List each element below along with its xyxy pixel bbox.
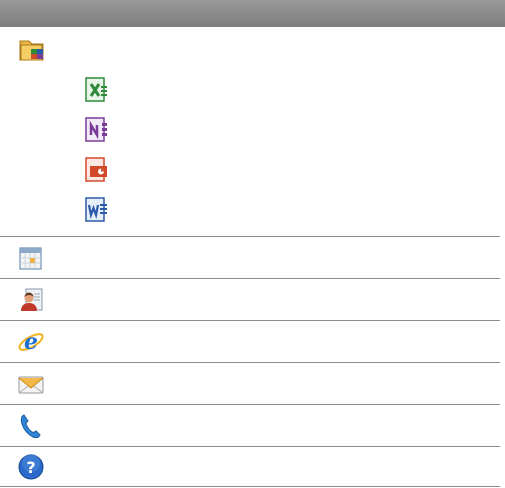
office-app-onenote[interactable]: [0, 112, 505, 148]
list-item-calendar[interactable]: [0, 237, 505, 278]
list-item-contacts[interactable]: [0, 279, 505, 320]
contacts-icon: [17, 286, 45, 314]
help-icon: ?: [17, 453, 45, 481]
list-item-internet-explorer[interactable]: e: [0, 321, 505, 362]
office-folder-row[interactable]: [0, 29, 505, 69]
messaging-icon: [17, 370, 45, 398]
internet-explorer-icon: e: [17, 328, 45, 356]
svg-text:e: e: [24, 329, 38, 355]
divider: [0, 486, 500, 487]
calendar-icon: [17, 244, 45, 272]
table-header: [0, 0, 505, 27]
powerpoint-icon: [82, 156, 110, 184]
list-item-phone[interactable]: [0, 405, 505, 446]
list-item-messaging[interactable]: [0, 363, 505, 404]
office-folder-icon: [17, 35, 47, 65]
onenote-icon: [82, 116, 110, 144]
word-icon: [82, 196, 110, 224]
office-app-powerpoint[interactable]: [0, 152, 505, 188]
office-app-word[interactable]: [0, 192, 505, 228]
phone-icon: [17, 412, 45, 440]
list-item-help[interactable]: ?: [0, 447, 505, 487]
excel-icon: [82, 76, 110, 104]
svg-text:?: ?: [26, 458, 35, 477]
office-app-excel[interactable]: [0, 72, 505, 108]
